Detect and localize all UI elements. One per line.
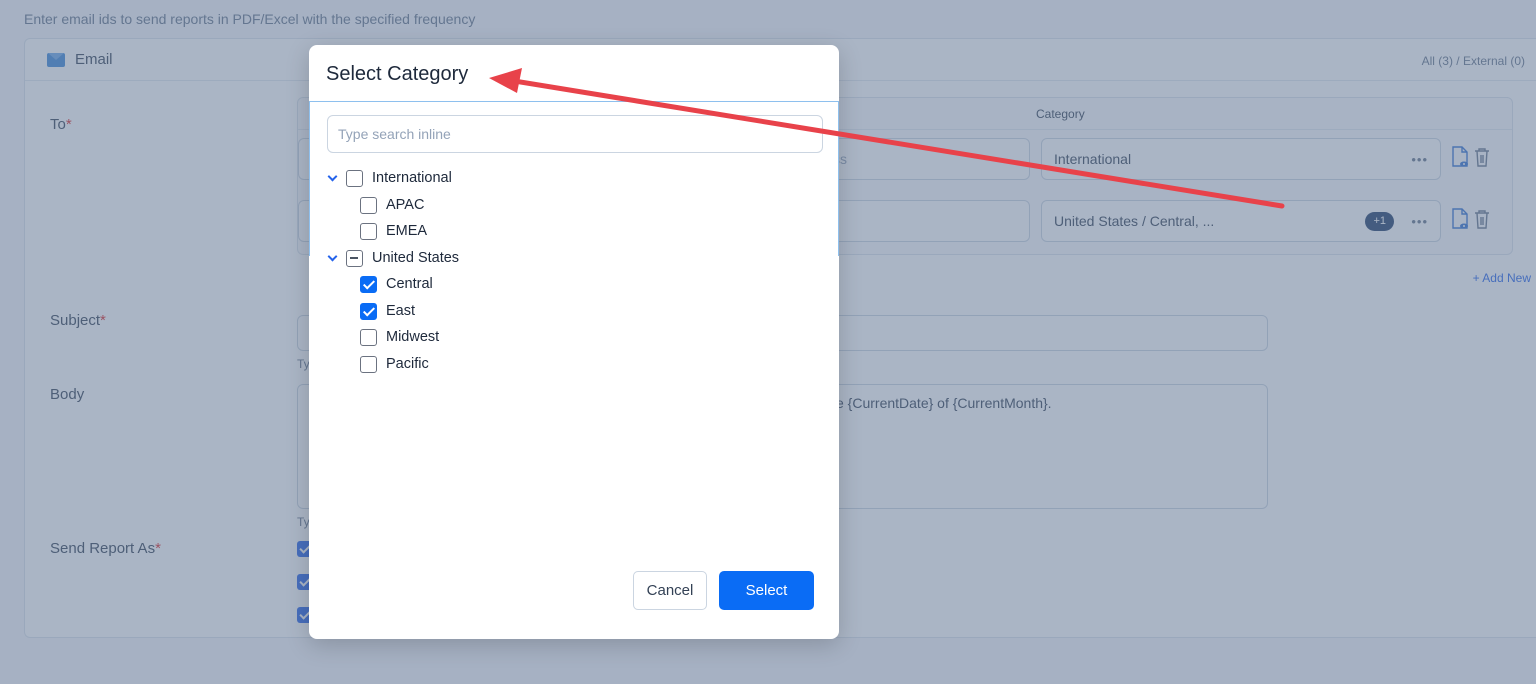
tree-item-east[interactable]: East [360,301,415,321]
tree-item-pacific[interactable]: Pacific [360,354,429,374]
chevron-down-icon[interactable] [327,253,337,263]
checkbox-emea[interactable] [360,222,377,240]
checkbox-pacific[interactable] [360,355,377,373]
tree-item-label: Central [386,276,433,292]
tree-item-apac[interactable]: APAC [360,195,424,215]
tree-item-label: EMEA [386,223,428,239]
tree-item-midwest[interactable]: Midwest [360,327,439,347]
category-search-input[interactable] [327,115,823,153]
modal-title: Select Category [326,63,469,85]
tree-item-label: Pacific [386,356,429,372]
tree-item-label: United States [372,250,460,266]
checkbox-apac[interactable] [360,196,377,214]
tree-item-international[interactable]: International [327,168,452,188]
checkbox-international[interactable] [346,169,363,187]
cancel-button[interactable]: Cancel [633,571,707,610]
chevron-down-icon[interactable] [327,173,337,183]
select-category-modal: Select Category International APAC EMEA … [309,45,839,639]
tree-item-central[interactable]: Central [360,274,433,294]
tree-item-label: APAC [386,197,425,213]
checkbox-central[interactable] [360,275,377,293]
checkbox-united-states[interactable] [346,249,363,267]
tree-item-united-states[interactable]: United States [327,248,459,268]
checkbox-midwest[interactable] [360,328,377,346]
tree-item-emea[interactable]: EMEA [360,221,427,241]
tree-item-label: Midwest [386,329,440,345]
tree-item-label: International [372,170,452,186]
select-button[interactable]: Select [719,571,814,610]
tree-item-label: East [386,303,416,319]
checkbox-east[interactable] [360,302,377,320]
